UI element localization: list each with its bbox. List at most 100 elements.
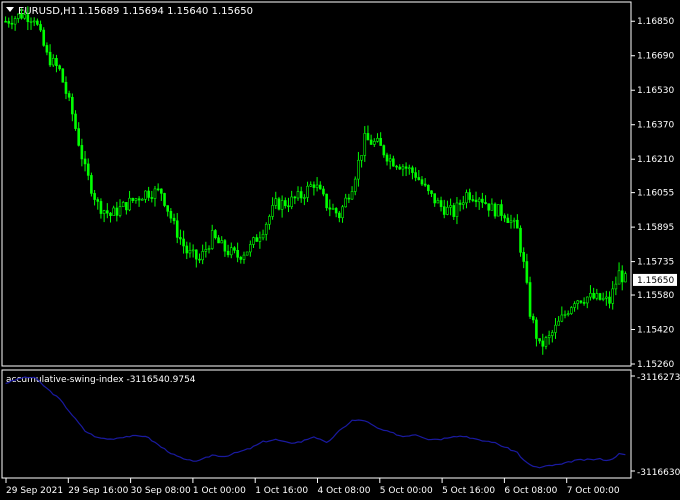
candle-body <box>201 251 204 261</box>
candle-body <box>439 200 443 207</box>
candle-body <box>96 199 100 202</box>
candle-body <box>360 155 363 161</box>
candle-body <box>23 14 26 19</box>
price-tick-label: 1.16690 <box>637 52 674 62</box>
candle-body <box>462 202 465 205</box>
candle-body <box>366 133 370 141</box>
candle-body <box>528 282 532 317</box>
price-tick-label: 1.16850 <box>637 17 674 27</box>
candle-body <box>71 96 74 115</box>
candle-body <box>500 204 503 216</box>
candle-body <box>585 296 589 304</box>
candle-body <box>144 190 147 200</box>
candle-body <box>74 113 77 129</box>
candle-body <box>271 205 274 217</box>
candle-body <box>357 159 360 180</box>
candle-body <box>525 261 529 283</box>
candle-body <box>554 324 557 333</box>
candle-body <box>280 200 284 210</box>
candle-body <box>379 138 382 146</box>
candle-body <box>458 202 462 205</box>
current-price-tag: 1.15650 <box>633 273 677 286</box>
candle-body <box>293 196 297 199</box>
candle-body <box>509 220 513 223</box>
candle-body <box>214 230 217 239</box>
candlestick-series[interactable] <box>4 6 627 355</box>
candle-body <box>245 251 249 256</box>
candle-body <box>277 198 281 210</box>
candle-body <box>404 166 408 169</box>
time-tick-label: 5 Oct 16:00 <box>442 486 495 496</box>
ohlc-readout: 1.15689 1.15694 1.15640 1.15650 <box>78 6 253 17</box>
candle-body <box>392 158 395 167</box>
candle-body <box>531 316 535 321</box>
candle-body <box>169 211 173 219</box>
price-chart-frame <box>1 1 632 367</box>
candle-body <box>90 175 93 194</box>
candle-body <box>506 217 510 223</box>
candle-body <box>341 206 344 219</box>
candle-body <box>223 240 227 252</box>
candle-body <box>45 45 49 53</box>
current-price-label: 1.15650 <box>637 276 674 286</box>
candle-body <box>99 201 103 214</box>
candle-body <box>93 193 96 200</box>
candle-body <box>598 293 602 300</box>
candle-body <box>538 338 541 342</box>
candle-body <box>306 185 309 198</box>
candle-body <box>268 216 271 225</box>
candle-body <box>109 212 112 216</box>
price-tick-label: 1.15735 <box>637 258 674 268</box>
indicator-frame <box>1 369 632 479</box>
candle-body <box>242 254 246 260</box>
candle-body <box>338 212 341 219</box>
candle-body <box>125 202 128 211</box>
candle-body <box>474 199 478 203</box>
candle-body <box>395 165 398 168</box>
candle-body <box>26 14 30 22</box>
candle-body <box>134 198 138 201</box>
time-axis: 29 Sep 2021 29 Sep 16:00 30 Sep 08:00 1 Oct… <box>5 478 620 496</box>
indicator-line[interactable] <box>5 376 626 469</box>
candle-body <box>198 258 201 261</box>
candle-body <box>299 191 303 199</box>
candle-body <box>118 206 122 216</box>
candle-body <box>455 202 459 217</box>
candle-body <box>163 193 166 206</box>
candle-body <box>77 128 80 146</box>
candle-body <box>547 335 551 338</box>
candle-body <box>401 166 405 170</box>
candle-body <box>325 193 328 209</box>
candle-body <box>160 188 163 194</box>
candle-body <box>39 24 42 31</box>
candle-body <box>544 337 548 347</box>
candle-body <box>128 197 131 211</box>
candle-body <box>350 191 354 200</box>
candle-body <box>363 133 367 156</box>
candle-body <box>614 283 618 290</box>
candle-body <box>560 314 564 322</box>
time-tick-label: 1 Oct 00:00 <box>193 486 246 496</box>
candle-body <box>496 204 500 217</box>
chevron-down-icon[interactable] <box>6 7 14 12</box>
candle-body <box>239 256 243 260</box>
candle-body <box>274 198 278 206</box>
candle-body <box>220 240 224 244</box>
candle-body <box>376 138 379 142</box>
time-tick-label: 6 Oct 08:00 <box>504 486 557 496</box>
candle-body <box>331 208 335 210</box>
candle-body <box>442 206 446 215</box>
candle-body <box>484 202 487 204</box>
price-tick-label: 1.15895 <box>637 223 674 233</box>
price-tick-label: 1.16370 <box>637 121 674 131</box>
candle-body <box>4 20 7 23</box>
candle-body <box>290 196 293 208</box>
candle-body <box>493 203 497 217</box>
candle-body <box>17 13 20 19</box>
candle-body <box>407 167 411 170</box>
chart-window[interactable]: EURUSD,H1 1.15689 1.15694 1.15640 1.1565… <box>0 0 680 500</box>
candle-body <box>258 237 262 242</box>
candle-body <box>605 296 608 299</box>
candle-body <box>433 193 436 204</box>
price-tick-label: 1.15260 <box>637 360 674 370</box>
